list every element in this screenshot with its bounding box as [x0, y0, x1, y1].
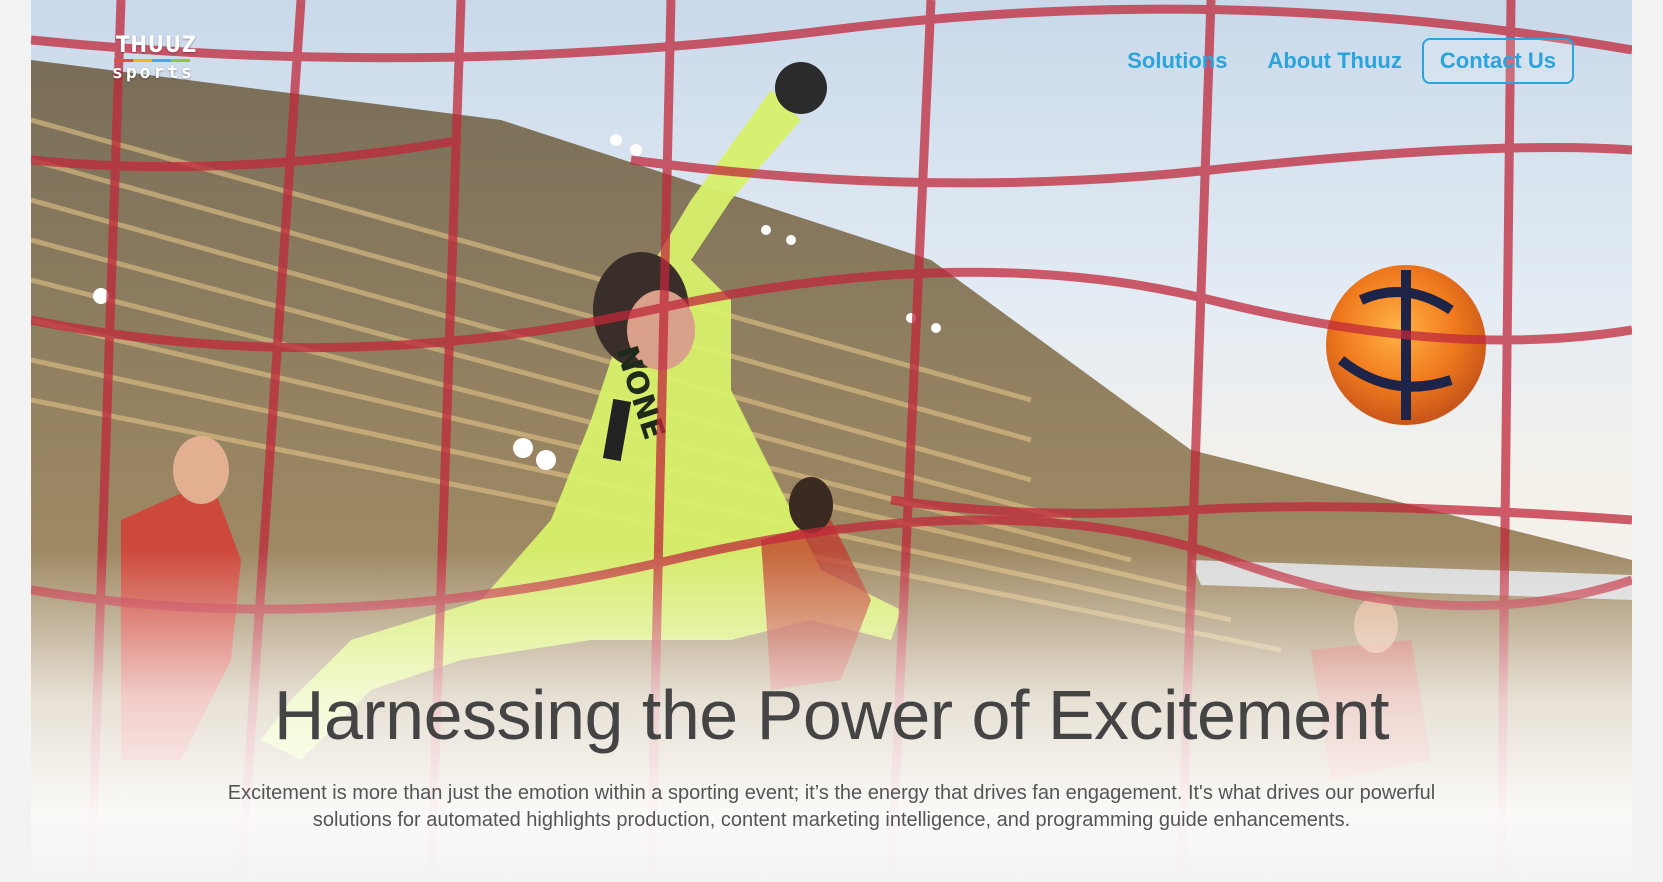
top-navigation: Solutions About Thuuz Contact Us — [1087, 38, 1574, 84]
contact-us-button[interactable]: Contact Us — [1421, 38, 1574, 84]
logo-subtitle: sports — [112, 62, 196, 83]
hero-headline: Harnessing the Power of Excitement — [273, 676, 1390, 754]
thuuz-sports-logo[interactable]: THUUZ sports — [112, 33, 198, 83]
logo-wordmark: THUUZ — [116, 33, 198, 58]
nav-link-solutions[interactable]: Solutions — [1127, 48, 1227, 74]
nav-link-about-thuuz[interactable]: About Thuuz — [1267, 48, 1401, 74]
hero-section: NONE THUUZ sports Solutions About Thuuz … — [31, 0, 1632, 880]
football — [1326, 265, 1486, 425]
hero-description: Excitement is more than just the emotion… — [227, 782, 1436, 831]
